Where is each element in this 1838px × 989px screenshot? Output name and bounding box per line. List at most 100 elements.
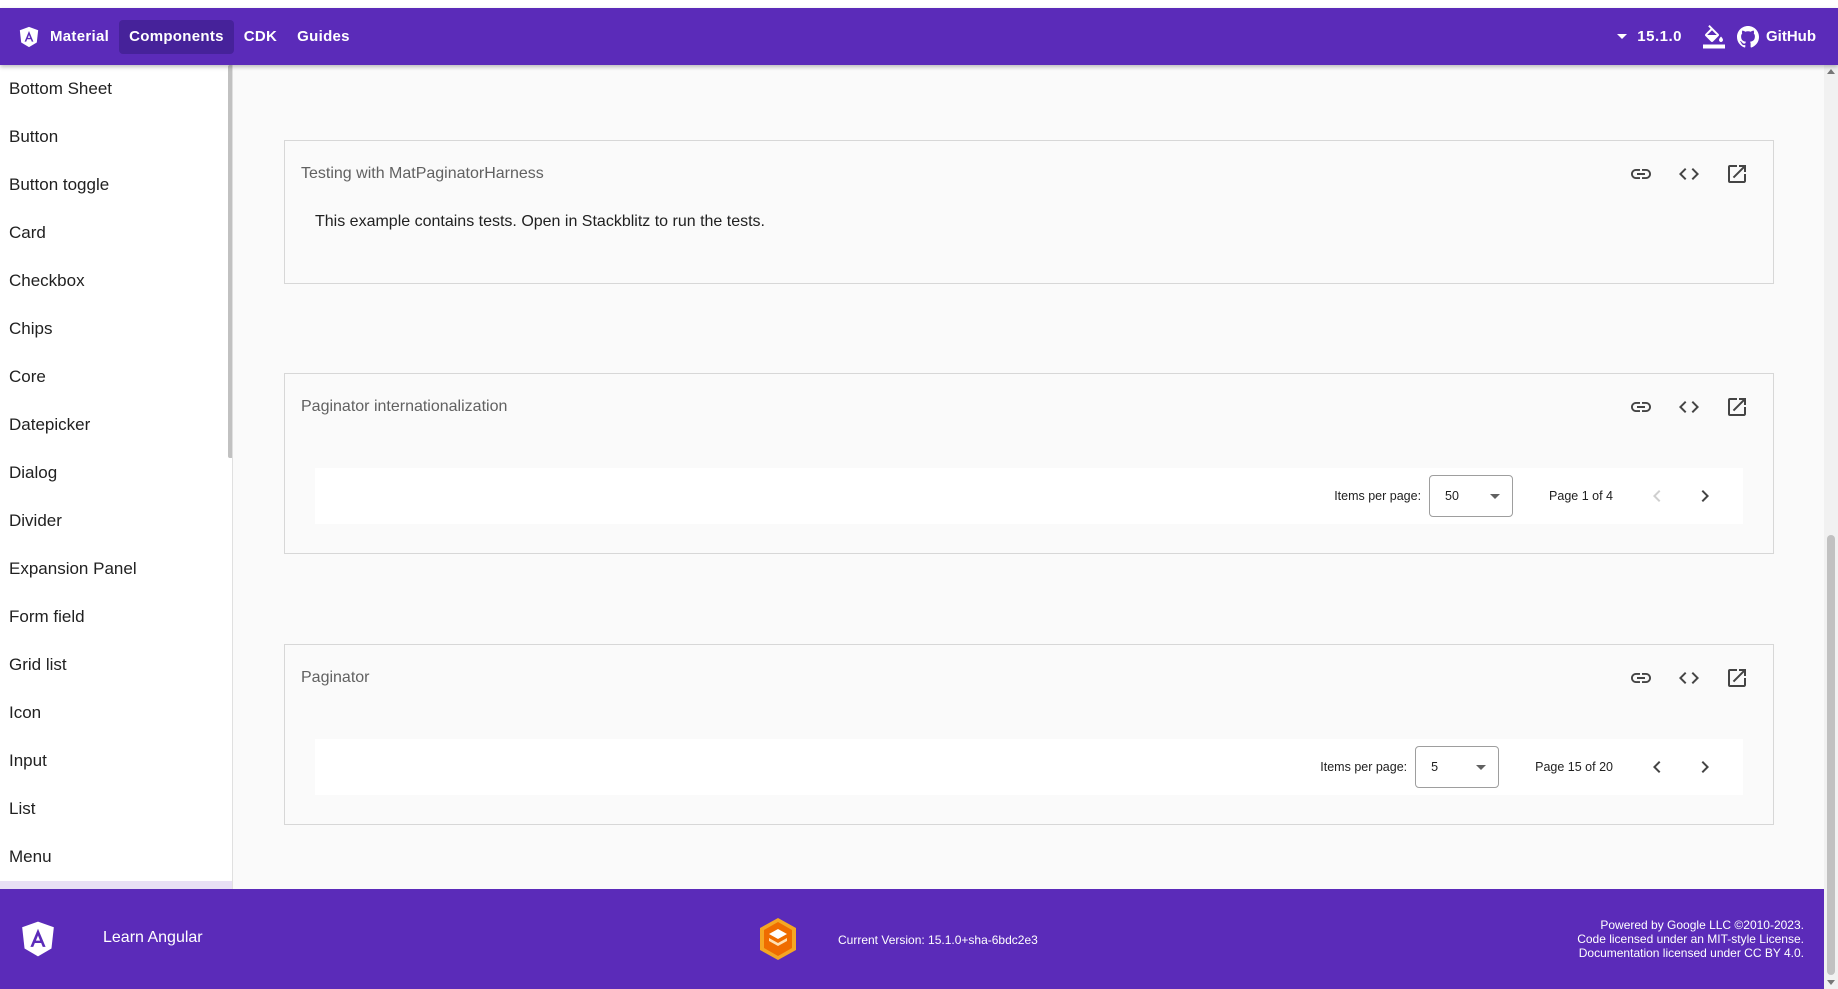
scroll-up-arrow-icon[interactable] <box>1827 69 1835 74</box>
paginator: Items per page: 5 Page 15 of 20 <box>315 739 1743 795</box>
sidebar-item-grid-list[interactable]: Grid list <box>0 641 232 689</box>
copy-link-button[interactable] <box>1617 154 1665 194</box>
main-content: Testing with MatPaginatorHarness This ex… <box>234 65 1824 889</box>
legal-line: Powered by Google LLC ©2010-2023. <box>1600 918 1804 932</box>
example-description: This example contains tests. Open in Sta… <box>315 213 765 230</box>
legal-line: Code licensed under an MIT-style License… <box>1577 932 1804 946</box>
scrollbar-thumb[interactable] <box>1827 535 1835 975</box>
example-card-header: Paginator <box>285 645 1773 711</box>
sidebar-scrollbar[interactable] <box>228 65 232 458</box>
view-code-button[interactable] <box>1665 387 1713 427</box>
example-actions <box>1617 387 1761 427</box>
sidebar-item-selected[interactable] <box>0 881 232 889</box>
example-card-header: Paginator internationalization <box>285 374 1773 440</box>
nav-guides[interactable]: Guides <box>287 20 360 54</box>
chevron-left-icon <box>1653 490 1661 502</box>
format-color-fill-icon <box>1703 24 1725 48</box>
nav-material-home[interactable]: Material <box>8 20 119 54</box>
angular-logo-icon <box>19 26 39 47</box>
link-icon <box>1631 169 1651 179</box>
page-size-select[interactable]: 50 <box>1429 475 1514 517</box>
items-per-page-label: Items per page: <box>1320 760 1408 774</box>
version-picker[interactable]: 15.1.0 <box>1607 28 1692 45</box>
dropdown-caret-icon <box>1617 34 1628 39</box>
page-range-label: Page 15 of 20 <box>1535 760 1613 774</box>
version-label: 15.1.0 <box>1637 28 1682 45</box>
sidebar-item-checkbox[interactable]: Checkbox <box>0 257 232 305</box>
legal-line: Documentation licensed under CC BY 4.0. <box>1578 946 1804 960</box>
next-page-button[interactable] <box>1681 743 1729 791</box>
view-code-button[interactable] <box>1665 658 1713 698</box>
sidebar-item-expansion-panel[interactable]: Expansion Panel <box>0 545 232 593</box>
copy-link-button[interactable] <box>1617 387 1665 427</box>
sidebar-item-button-toggle[interactable]: Button toggle <box>0 161 232 209</box>
example-card-header: Testing with MatPaginatorHarness <box>285 141 1773 207</box>
link-icon <box>1631 402 1651 412</box>
view-code-button[interactable] <box>1665 154 1713 194</box>
open-stackblitz-button[interactable] <box>1713 658 1761 698</box>
sidebar-item-list[interactable]: List <box>0 785 232 833</box>
page-scrollbar[interactable] <box>1824 65 1838 989</box>
paginator: Items per page: 50 Page 1 of 4 <box>315 468 1743 524</box>
link-icon <box>1631 673 1651 683</box>
sidebar-item-card[interactable]: Card <box>0 209 232 257</box>
code-icon <box>1679 401 1699 413</box>
sidebar-item-chips[interactable]: Chips <box>0 305 232 353</box>
nav-brand-label: Material <box>50 28 110 45</box>
items-per-page-label: Items per page: <box>1334 489 1422 503</box>
page-top-strip <box>0 0 1838 8</box>
github-link[interactable]: GitHub <box>1736 25 1816 49</box>
nav-cdk[interactable]: CDK <box>234 20 287 54</box>
component-sidebar: Bottom Sheet Button Button toggle Card C… <box>0 65 233 889</box>
nav-links: Material Components CDK Guides <box>0 8 360 65</box>
sidebar-item-form-field[interactable]: Form field <box>0 593 232 641</box>
sidebar-item-button[interactable]: Button <box>0 113 232 161</box>
nav-components[interactable]: Components <box>119 19 234 54</box>
next-page-button[interactable] <box>1681 472 1729 520</box>
learn-angular-link[interactable]: Learn Angular <box>103 929 203 947</box>
page-size-value: 5 <box>1431 760 1439 774</box>
build-badge-icon <box>760 918 796 960</box>
open-in-new-icon <box>1728 165 1746 183</box>
example-title: Testing with MatPaginatorHarness <box>301 165 544 182</box>
current-version-text: Current Version: 15.1.0+sha-6bdc2e3 <box>838 933 1038 947</box>
code-icon <box>1679 672 1699 684</box>
sidebar-item-datepicker[interactable]: Datepicker <box>0 401 232 449</box>
sidebar-item-menu[interactable]: Menu <box>0 833 232 881</box>
sidebar-item-bottom-sheet[interactable]: Bottom Sheet <box>0 65 232 113</box>
open-in-new-icon <box>1728 398 1746 416</box>
example-card-harness: Testing with MatPaginatorHarness This ex… <box>284 140 1774 284</box>
chevron-right-icon <box>1701 761 1709 773</box>
open-stackblitz-button[interactable] <box>1713 154 1761 194</box>
open-in-new-icon <box>1728 669 1746 687</box>
github-icon <box>1737 25 1759 48</box>
code-icon <box>1679 168 1699 180</box>
dropdown-arrow-icon <box>1476 764 1487 770</box>
angular-logo-icon <box>22 921 54 957</box>
dropdown-arrow-icon <box>1490 493 1501 499</box>
open-stackblitz-button[interactable] <box>1713 387 1761 427</box>
page-size-select[interactable]: 5 <box>1415 746 1500 788</box>
example-card-internationalization: Paginator internationalization Items per… <box>284 373 1774 554</box>
sidebar-item-core[interactable]: Core <box>0 353 232 401</box>
example-actions <box>1617 154 1761 194</box>
example-title: Paginator internationalization <box>301 398 508 415</box>
copy-link-button[interactable] <box>1617 658 1665 698</box>
chevron-left-icon <box>1653 761 1661 773</box>
example-card-paginator: Paginator Items per page: 5 Page 15 of 2… <box>284 644 1774 825</box>
scroll-down-arrow-icon[interactable] <box>1827 980 1835 985</box>
previous-page-button[interactable] <box>1633 743 1681 791</box>
github-label: GitHub <box>1766 28 1816 45</box>
sidebar-item-divider[interactable]: Divider <box>0 497 232 545</box>
example-actions <box>1617 658 1761 698</box>
sidebar-item-input[interactable]: Input <box>0 737 232 785</box>
sidebar-item-dialog[interactable]: Dialog <box>0 449 232 497</box>
theme-picker-button[interactable] <box>1694 17 1734 57</box>
previous-page-button[interactable] <box>1633 472 1681 520</box>
example-title: Paginator <box>301 669 370 686</box>
nav-right-actions: 15.1.0 GitHub <box>1607 8 1838 65</box>
page-size-value: 50 <box>1445 489 1459 503</box>
sidebar-item-icon[interactable]: Icon <box>0 689 232 737</box>
site-footer: Learn Angular Current Version: 15.1.0+sh… <box>0 889 1824 989</box>
chevron-right-icon <box>1701 490 1709 502</box>
